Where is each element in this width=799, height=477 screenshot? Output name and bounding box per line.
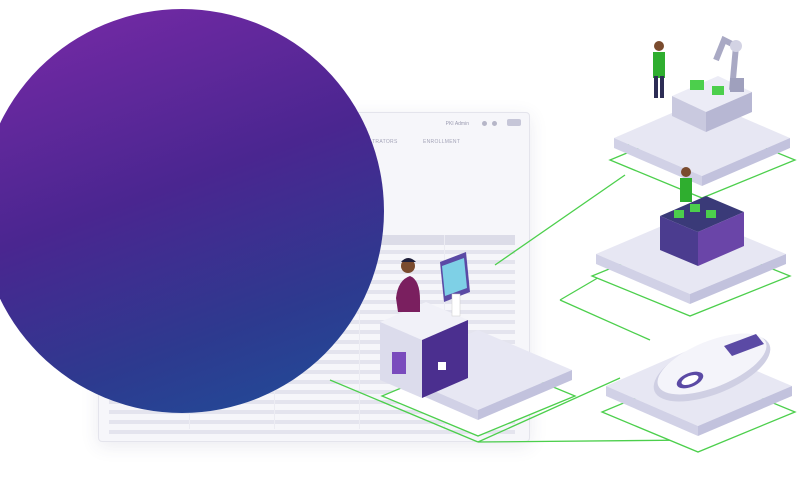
cell-device-id: IoT-rdwe3... [96, 352, 136, 361]
cell-key-type: ECC [225, 326, 241, 335]
cell-key-type: ECC [225, 287, 241, 296]
row-checkbox[interactable] [78, 261, 86, 269]
include-expired-checkbox[interactable]: Include Expired [155, 153, 223, 164]
row-checkbox[interactable] [78, 287, 86, 295]
revoke-button[interactable]: Revoke [167, 193, 213, 209]
table-row-selected[interactable]: IoT-7382y9... CN=IoTdevice7 ECC 256 [74, 324, 374, 337]
cell-key-size: 256 [283, 248, 296, 257]
table-row[interactable]: IoT-204491... CN=IoTdevice2 ECC 256 1/21… [74, 259, 374, 272]
column-header-expiration[interactable]: Expiration [338, 234, 377, 243]
cell-key-size: 256 [283, 300, 296, 309]
include-revoked-checkbox[interactable]: Include Revoked [67, 153, 140, 164]
cell-certificate-id: CN=IoTdevice9 [160, 352, 212, 361]
table-row[interactable]: IoT-2978941... CN=IoTdevice5 ECC 256 [74, 298, 374, 311]
row-checkbox[interactable] [78, 326, 86, 334]
checkbox-icon[interactable] [155, 154, 164, 163]
row-checkbox[interactable] [78, 274, 86, 282]
cell-key-size: 256 [283, 339, 296, 348]
column-header-device-id[interactable]: Device ID [96, 234, 132, 243]
cell-expiration: 1/21/20 [338, 248, 364, 257]
table-row[interactable]: IoT-9584312... CN=IoTdevice4 ECC 256 2/ [74, 285, 374, 298]
cell-device-id: IoT-204491... [96, 261, 141, 270]
cell-key-type: ECC [225, 352, 241, 361]
cell-device-id: IoT-109353... [96, 248, 141, 257]
brand-logo: FACTOR [92, 57, 165, 76]
cell-expiration: 2/10 [338, 274, 353, 283]
delete-button[interactable]: Delete [120, 193, 160, 209]
table-row[interactable]: IoT-083374... CN=IoTdevice3 ECC 256 2/10 [74, 272, 374, 285]
row-checkbox[interactable] [78, 352, 86, 360]
cell-key-size: 256 [283, 261, 296, 270]
table-row[interactable]: CN=IoTdevice10 ECC [74, 363, 374, 376]
cell-key-type: ECC [225, 274, 241, 283]
include-revoked-label: Include Revoked [80, 154, 140, 163]
cell-certificate-id: CN=IoTdevice6 [160, 313, 212, 322]
cell-device-id: IoT-9584312... [96, 339, 145, 348]
row-checkbox[interactable] [78, 313, 86, 321]
edit-button[interactable]: Edit [73, 193, 113, 209]
cell-key-type: ECC [225, 339, 241, 348]
table-row[interactable]: IoT-8718741... CN=IoTdevice6 ECC 256 [74, 311, 374, 324]
cell-key-size: 256 [283, 313, 296, 322]
checkbox-icon[interactable] [67, 154, 76, 163]
select-all-checkbox[interactable] [78, 217, 87, 226]
row-checkbox[interactable] [78, 300, 86, 308]
cell-key-type: ECC [225, 313, 241, 322]
nav-item-dashboard[interactable]: SHBOARD [72, 81, 124, 92]
cell-device-id: IoT-8718741... [96, 313, 145, 322]
cell-certificate-id: CN=IoTdevice3 [160, 274, 212, 283]
revoke-all-button[interactable]: Revoke All [268, 193, 323, 209]
cell-key-type: ECC [225, 248, 241, 257]
edit-all-button[interactable]: Edit All [220, 193, 260, 209]
magnifier-lens: FACTOR SHBOARD CERTIFICATES REPORTS Cert… [0, 9, 384, 413]
cell-device-id: IoT-083374... [96, 274, 141, 283]
platform-assembly-line [590, 167, 792, 317]
platform-terminal [380, 252, 577, 437]
row-checkbox[interactable] [78, 248, 86, 256]
cell-device-id: IoT-7382y9... [96, 326, 140, 335]
cell-certificate-id: CN=IoTdevice4 [160, 287, 212, 296]
gear-icon[interactable] [64, 169, 75, 182]
top-nav: SHBOARD CERTIFICATES REPORTS [40, 78, 380, 98]
search-icon[interactable] [352, 130, 363, 143]
cell-key-type: ECC [225, 261, 241, 270]
cell-certificate-id: CN=IoTdevice2 [160, 261, 212, 270]
search-input[interactable] [65, 128, 370, 144]
page-title: Certificate Search [64, 97, 271, 127]
cell-key-size: 256 [283, 287, 296, 296]
certificate-table: Device ID Certificate ID Key Type Key Si… [74, 214, 377, 376]
cell-certificate-id: CN=IoTdevice7 [160, 326, 212, 335]
cell-key-size: 256 [283, 326, 296, 335]
cell-key-type: ECC [225, 300, 241, 309]
cell-certificate-id: CN=IoTdevice8 [160, 339, 212, 348]
get-csv-button[interactable]: Get CSV [330, 193, 372, 209]
cell-expiration: 1/21/20 [338, 261, 364, 270]
nav-item-reports[interactable]: REPORTS [259, 81, 309, 92]
cell-key-size: 256 [283, 274, 296, 283]
cell-key-type: ECC [225, 365, 241, 374]
cell-expiration: 2/ [338, 287, 345, 296]
column-header-key-type[interactable]: Key Type [225, 234, 260, 243]
nav-item-certificates[interactable]: CERTIFICATES [172, 81, 247, 92]
include-expired-label: Include Expired [168, 154, 224, 163]
row-checkbox[interactable] [78, 339, 86, 347]
table-toolbar [74, 214, 374, 228]
column-header-certificate-id[interactable]: Certificate ID [160, 234, 209, 243]
platform-robot-arm [608, 35, 797, 199]
table-row[interactable]: IoT-rdwe3... CN=IoTdevice9 ECC [74, 350, 374, 363]
table-row[interactable]: IoT-109353... CN=IoTdevice1 ECC 256 1/21… [74, 246, 374, 259]
column-header-key-size[interactable]: Key Size [283, 234, 316, 243]
cell-certificate-id: CN=IoTdevice1 [160, 248, 212, 257]
cell-device-id: IoT-9584312... [96, 287, 145, 296]
cell-certificate-id: CN=IoTdevice10 [160, 365, 217, 374]
table-row[interactable]: IoT-9584312... CN=IoTdevice8 ECC 256 [74, 337, 374, 350]
platform-iot-device [600, 333, 797, 453]
cell-certificate-id: CN=IoTdevice5 [160, 300, 212, 309]
cell-device-id: IoT-2978941... [96, 300, 145, 309]
